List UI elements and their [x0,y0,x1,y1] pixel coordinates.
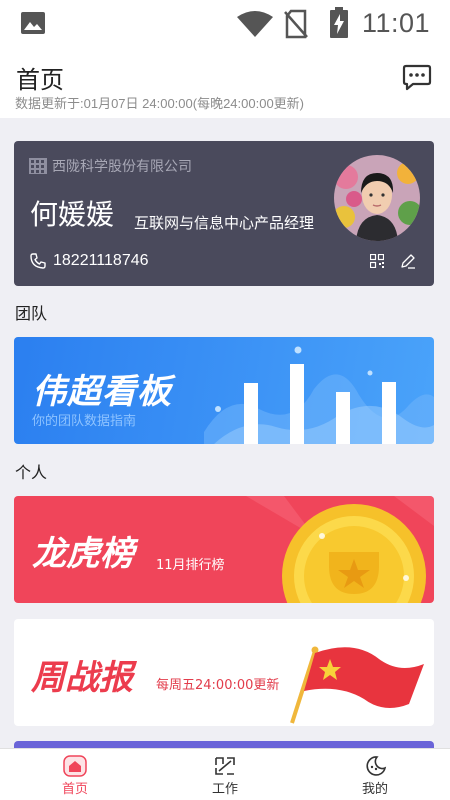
team-board-title: 伟超看板 [32,372,172,412]
edit-icon[interactable] [400,253,416,269]
tab-home-label: 首页 [61,782,88,797]
home-icon [63,755,87,777]
tab-work-label: 工作 [211,782,238,797]
team-board-subtitle: 你的团队数据指南 [32,414,137,429]
section-personal-label: 个人 [15,463,48,482]
bottom-tab-bar: 首页 工作 我的 [0,748,450,800]
status-time: 11:01 [362,8,431,38]
user-name: 何媛媛 [30,198,115,231]
battery-charging-icon [330,7,348,38]
avatar [334,155,420,241]
page-header: 首页 数据更新于:01月07日 24:00:00(每晚24:00:00更新) [0,48,450,118]
tab-profile-label: 我的 [361,782,388,797]
phone-row[interactable]: 18221118746 [30,252,149,270]
qr-code-icon[interactable] [370,254,384,268]
wifi-icon [237,11,273,37]
profile-card[interactable]: 西陇科学股份有限公司 何媛媛 互联网与信息中心产品经理 18221118746 [14,141,434,286]
team-board-banner[interactable]: 伟超看板 你的团队数据指南 [14,337,434,444]
weekly-report-subtitle: 每周五24:00:00更新 [156,678,280,693]
weekly-report-banner[interactable]: 周战报 每周五24:00:00更新 [14,619,434,726]
ranking-banner[interactable]: 龙虎榜 11月排行榜 [14,496,434,603]
no-sim-icon [284,9,308,39]
work-icon [215,757,235,775]
user-position: 互联网与信息中心产品经理 [134,214,315,232]
weekly-report-title: 周战报 [31,658,133,698]
building-icon [29,158,47,174]
tab-work[interactable]: 工作 [150,749,300,800]
ranking-subtitle: 11月排行榜 [156,558,225,573]
page-title: 首页 [16,66,64,94]
gallery-icon [21,12,45,34]
ranking-title: 龙虎榜 [32,534,134,574]
tab-home[interactable]: 首页 [0,749,150,800]
phone-number: 18221118746 [53,252,149,269]
status-bar: 11:01 [0,0,450,48]
tab-profile[interactable]: 我的 [300,749,450,800]
profile-moon-icon [366,756,387,776]
update-info: 数据更新于:01月07日 24:00:00(每晚24:00:00更新) [15,96,305,111]
phone-icon [30,253,46,269]
chat-bubble-icon[interactable] [402,64,432,92]
company-name: 西陇科学股份有限公司 [52,159,192,175]
company-row: 西陇科学股份有限公司 [29,156,192,176]
section-team-label: 团队 [15,304,48,323]
